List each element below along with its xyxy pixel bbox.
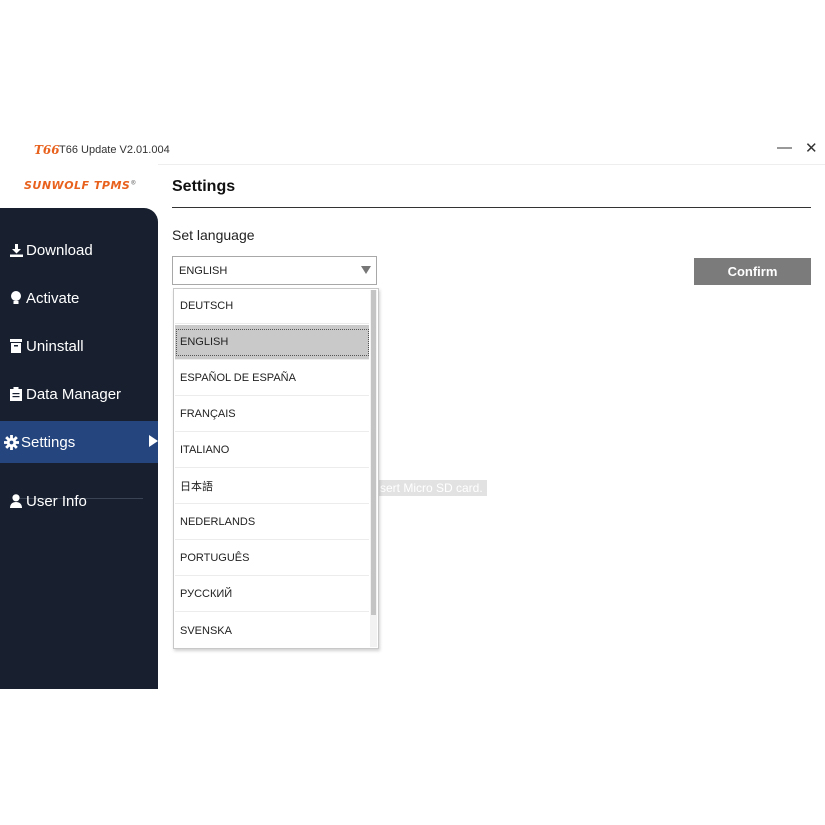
sidebar-item-user-info[interactable]: User Info [0, 480, 158, 522]
download-icon [8, 242, 24, 258]
window-title: T66 Update V2.01.004 [59, 144, 170, 156]
app-logo: T66 [34, 143, 60, 157]
language-option-deutsch[interactable]: DEUTSCH [175, 289, 369, 324]
gear-icon [3, 434, 19, 450]
sidebar-nav: Download Activate Uninstall Data Manager [0, 208, 158, 689]
brand-registered-mark: ® [130, 179, 137, 187]
sidebar-item-activate[interactable]: Activate [0, 277, 158, 319]
language-select-value: ENGLISH [179, 264, 228, 277]
sidebar: SUNWOLF TPMS® Download Activate Uninstal… [0, 164, 158, 689]
brand-area: SUNWOLF TPMS® [0, 164, 158, 208]
language-option-japanese[interactable]: 日本語 [175, 469, 369, 504]
language-option-nederlands[interactable]: NEDERLANDS [175, 505, 369, 540]
title-divider [172, 207, 811, 208]
language-select[interactable]: ENGLISH [172, 256, 377, 285]
brand-logo: SUNWOLF TPMS® [24, 179, 137, 192]
page-title: Settings [172, 178, 236, 195]
active-arrow-icon [149, 435, 158, 447]
clipboard-icon [8, 386, 24, 402]
sidebar-item-label: Download [26, 241, 93, 259]
sidebar-item-label: Data Manager [26, 385, 122, 403]
user-icon [8, 493, 24, 509]
language-option-francais[interactable]: FRANÇAIS [175, 397, 369, 432]
app-window: T66 T66 Update V2.01.004 — ✕ SUNWOLF TPM… [0, 137, 825, 689]
sidebar-item-label: Uninstall [26, 337, 84, 355]
sidebar-item-download[interactable]: Download [0, 229, 158, 271]
main-panel: Settings Set language ENGLISH Confirm se… [158, 164, 825, 689]
sidebar-item-data-manager[interactable]: Data Manager [0, 373, 158, 415]
language-label: Set language [172, 227, 255, 243]
language-option-italiano[interactable]: ITALIANO [175, 433, 369, 468]
minimize-button[interactable]: — [777, 139, 792, 156]
language-dropdown-list[interactable]: DEUTSCH ENGLISH ESPAÑOL DE ESPAÑA FRANÇA… [173, 288, 379, 649]
brand-name: SUNWOLF TPMS [24, 179, 131, 192]
language-option-svenska[interactable]: SVENSKA [175, 613, 369, 648]
trash-icon [8, 338, 24, 354]
sidebar-item-uninstall[interactable]: Uninstall [0, 325, 158, 367]
chevron-down-icon[interactable] [361, 266, 371, 274]
title-bar[interactable]: T66 T66 Update V2.01.004 — ✕ [0, 137, 825, 165]
sidebar-item-label: User Info [26, 492, 87, 510]
language-option-russian[interactable]: РУССКИЙ [175, 577, 369, 612]
sidebar-item-settings[interactable]: Settings [0, 421, 158, 463]
confirm-button[interactable]: Confirm [694, 258, 811, 285]
dropdown-scrollbar[interactable] [370, 290, 377, 647]
sidebar-item-label: Activate [26, 289, 80, 307]
insert-sd-hint: sert Micro SD card. [376, 480, 487, 496]
sidebar-item-label: Settings [21, 433, 76, 451]
dropdown-scrollbar-thumb[interactable] [371, 290, 376, 615]
close-button[interactable]: ✕ [805, 139, 818, 157]
bulb-icon [8, 290, 24, 306]
language-option-espanol[interactable]: ESPAÑOL DE ESPAÑA [175, 361, 369, 396]
language-option-english[interactable]: ENGLISH [175, 325, 369, 360]
language-option-portugues[interactable]: PORTUGUÊS [175, 541, 369, 576]
